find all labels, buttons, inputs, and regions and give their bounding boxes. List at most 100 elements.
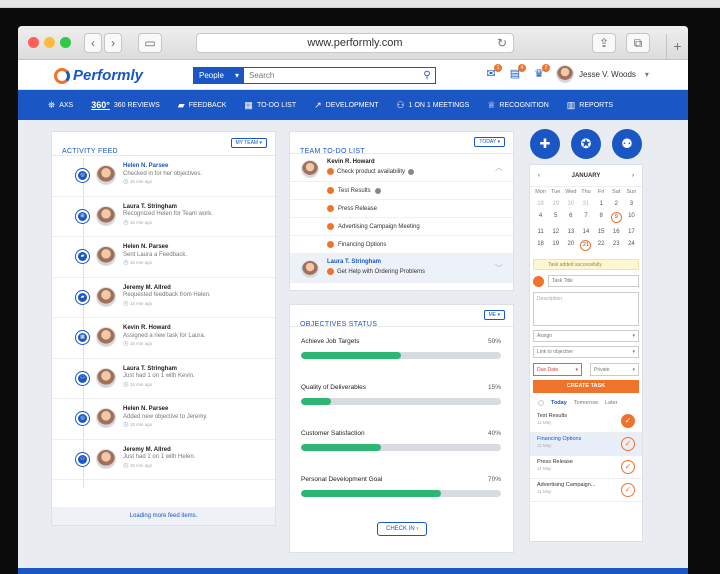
check-icon[interactable]: ✓ — [621, 414, 635, 428]
add-meeting-icon[interactable]: ⚉ — [612, 129, 642, 159]
nav-feedback[interactable]: ▰ FEEDBACK — [178, 100, 227, 111]
nav-recognition[interactable]: ♕ RECOGNITION — [487, 100, 548, 111]
privacy-select[interactable]: Private ▾ — [590, 363, 639, 376]
link-objective-select[interactable]: Link to objective ▾ — [533, 346, 639, 358]
feed-item[interactable]: ◎ Helen N. Parsee Added new objective to J… — [52, 399, 275, 440]
calendar-day[interactable]: 18 — [533, 241, 548, 251]
add-feedback-icon[interactable]: ✚ — [530, 129, 560, 159]
search-input[interactable] — [244, 68, 419, 83]
calendar-day[interactable]: 28 — [533, 201, 548, 207]
nav-development[interactable]: ↗ DEVELOPMENT — [314, 100, 378, 111]
task-title-input[interactable] — [548, 275, 639, 287]
calendar-day[interactable]: 9 — [610, 212, 622, 223]
calendar-day[interactable]: 7 — [578, 213, 593, 223]
me-filter-dropdown[interactable]: ME ▾ — [483, 310, 505, 320]
add-objective-icon[interactable]: ✪ — [571, 129, 601, 159]
feed-item[interactable]: ⚇ Jeremy M. Allred Just had 1 on 1 with He… — [52, 440, 275, 480]
calendar-day[interactable]: 30 — [563, 201, 578, 207]
task-description-input[interactable]: Description — [533, 292, 639, 326]
side-task-item[interactable]: Financing Options 11 May ✓ — [530, 433, 642, 456]
today-filter-dropdown[interactable]: TODAY ▾ — [474, 137, 505, 147]
create-task-button[interactable]: CREATE TASK — [533, 380, 639, 393]
feed-user-name[interactable]: Helen N. Parsee — [123, 163, 202, 171]
calendar-day[interactable]: 4 — [533, 213, 548, 223]
feed-user-name[interactable]: Jeremy M. Allred — [123, 285, 211, 293]
feed-item[interactable]: ▰ Jeremy M. Allred Requested feedback from… — [52, 278, 275, 318]
calendar-day[interactable]: 5 — [548, 213, 563, 223]
todo-subtask[interactable]: Financing Options — [290, 236, 513, 254]
load-more-feed[interactable]: Loading more feed items. — [52, 507, 275, 525]
forward-icon[interactable]: › — [104, 33, 122, 53]
team-filter-dropdown[interactable]: MY TEAM ▾ — [230, 138, 267, 148]
tabs-overview-icon[interactable]: ⧉ — [626, 33, 650, 53]
close-window-button[interactable] — [28, 37, 39, 48]
next-month-icon[interactable]: › — [632, 173, 634, 179]
mail-icon[interactable]: ✉ 1 — [484, 64, 502, 81]
maximize-window-button[interactable] — [60, 37, 71, 48]
calendar-day[interactable]: 11 — [533, 229, 548, 235]
calendar-day[interactable]: 19 — [548, 241, 563, 251]
search-icon[interactable]: ⚲ — [419, 68, 435, 83]
nav-todo-list[interactable]: ▦ TO-DO LIST — [244, 100, 296, 111]
objective-row[interactable]: Customer Satisfaction 40% — [290, 419, 513, 465]
feed-item[interactable]: ⚇ Laura T. Stringham Just had 1 on 1 with … — [52, 359, 275, 399]
todo-group-kevin[interactable]: Kevin R. Howard Check product availabili… — [290, 154, 513, 182]
tab-tomorrow[interactable]: Tomorrow — [574, 400, 598, 406]
calendar-day[interactable]: 20 — [563, 241, 578, 251]
todo-subtask[interactable]: Press Release — [290, 200, 513, 218]
side-task-item[interactable]: Press Release 11 May ✓ — [530, 456, 642, 479]
back-icon[interactable]: ‹ — [84, 33, 102, 53]
feed-item[interactable]: ◎ Helen N. Parsee Checked in for her objec… — [52, 156, 275, 197]
address-bar[interactable]: www.performly.com ↻ — [196, 33, 514, 53]
expand-icon[interactable]: ﹀ — [495, 263, 503, 274]
calendar-day[interactable]: 31 — [578, 201, 593, 207]
calendar-day[interactable]: 10 — [624, 213, 639, 223]
share-icon[interactable]: ⇪ — [592, 33, 616, 53]
check-icon[interactable]: ✓ — [621, 483, 635, 497]
user-menu[interactable]: Jesse V. Woods ▾ — [556, 65, 649, 83]
objective-row[interactable]: Personal Development Goal 70% — [290, 465, 513, 511]
check-icon[interactable]: ✓ — [621, 460, 635, 474]
calendar-day[interactable]: 8 — [594, 213, 609, 223]
check-icon[interactable]: ✓ — [621, 437, 635, 451]
new-tab-button[interactable]: + — [666, 34, 688, 60]
calendar-day[interactable]: 2 — [609, 201, 624, 207]
calendar-day[interactable]: 14 — [578, 229, 593, 235]
feed-user-name[interactable]: Helen N. Parsee — [123, 244, 187, 252]
select-all-checkbox[interactable] — [538, 400, 544, 406]
side-task-item[interactable]: Test Results 11 May ✓ — [530, 410, 642, 433]
collapse-icon[interactable]: ︿ — [495, 162, 503, 173]
calendar-day[interactable]: 22 — [594, 241, 609, 251]
objective-row[interactable]: Achieve Job Targets 50% — [290, 327, 513, 373]
nav-axs[interactable]: ⛯ AXS — [48, 100, 73, 111]
feed-user-name[interactable]: Helen N. Parsee — [123, 406, 208, 414]
todo-subtask[interactable]: Advertising Campaign Meeting — [290, 218, 513, 236]
prev-month-icon[interactable]: ‹ — [538, 173, 540, 179]
calendar-day[interactable]: 17 — [624, 229, 639, 235]
due-date-select[interactable]: Due Date ▾ — [533, 363, 582, 376]
calendar-day[interactable]: 23 — [609, 241, 624, 251]
todo-group-laura[interactable]: Laura T. Stringham Get Help with Orderin… — [290, 254, 513, 283]
calendar-day[interactable]: 13 — [563, 229, 578, 235]
feed-user-name[interactable]: Laura T. Stringham — [123, 366, 195, 374]
tab-later[interactable]: Later — [605, 400, 618, 406]
feed-item[interactable]: ⊞ Laura T. Stringham Recognized Helen for … — [52, 197, 275, 237]
calendar-day[interactable]: 1 — [594, 201, 609, 207]
search-scope-dropdown[interactable]: People ▾ — [194, 68, 244, 83]
feed-item[interactable]: ▰ Helen N. Parsee Sent Laura a Feedback. 🕓 … — [52, 237, 275, 278]
calendar-day[interactable]: 16 — [609, 229, 624, 235]
calendar-day[interactable]: 21 — [580, 240, 592, 251]
feed-user-name[interactable]: Jeremy M. Allred — [123, 447, 195, 455]
trophy-icon[interactable]: ♛ 2 — [532, 64, 550, 81]
check-in-button[interactable]: CHECK IN › — [377, 522, 428, 536]
calendar-day[interactable]: 3 — [624, 201, 639, 207]
calendar-day[interactable]: 6 — [563, 213, 578, 223]
side-task-item[interactable]: Advertising Campaign... 11 May ✓ — [530, 479, 642, 502]
feed-user-name[interactable]: Laura T. Stringham — [123, 204, 213, 212]
nav-1on1-meetings[interactable]: ⚇ 1 ON 1 MEETINGS — [397, 100, 470, 111]
reload-icon[interactable]: ↻ — [497, 34, 507, 52]
clipboard-icon[interactable]: ▤ 4 — [508, 64, 526, 81]
objective-row[interactable]: Quality of Deliverables 15% — [290, 373, 513, 419]
nav-reports[interactable]: ▥ REPORTS — [567, 100, 613, 111]
tab-today[interactable]: Today — [551, 400, 567, 406]
